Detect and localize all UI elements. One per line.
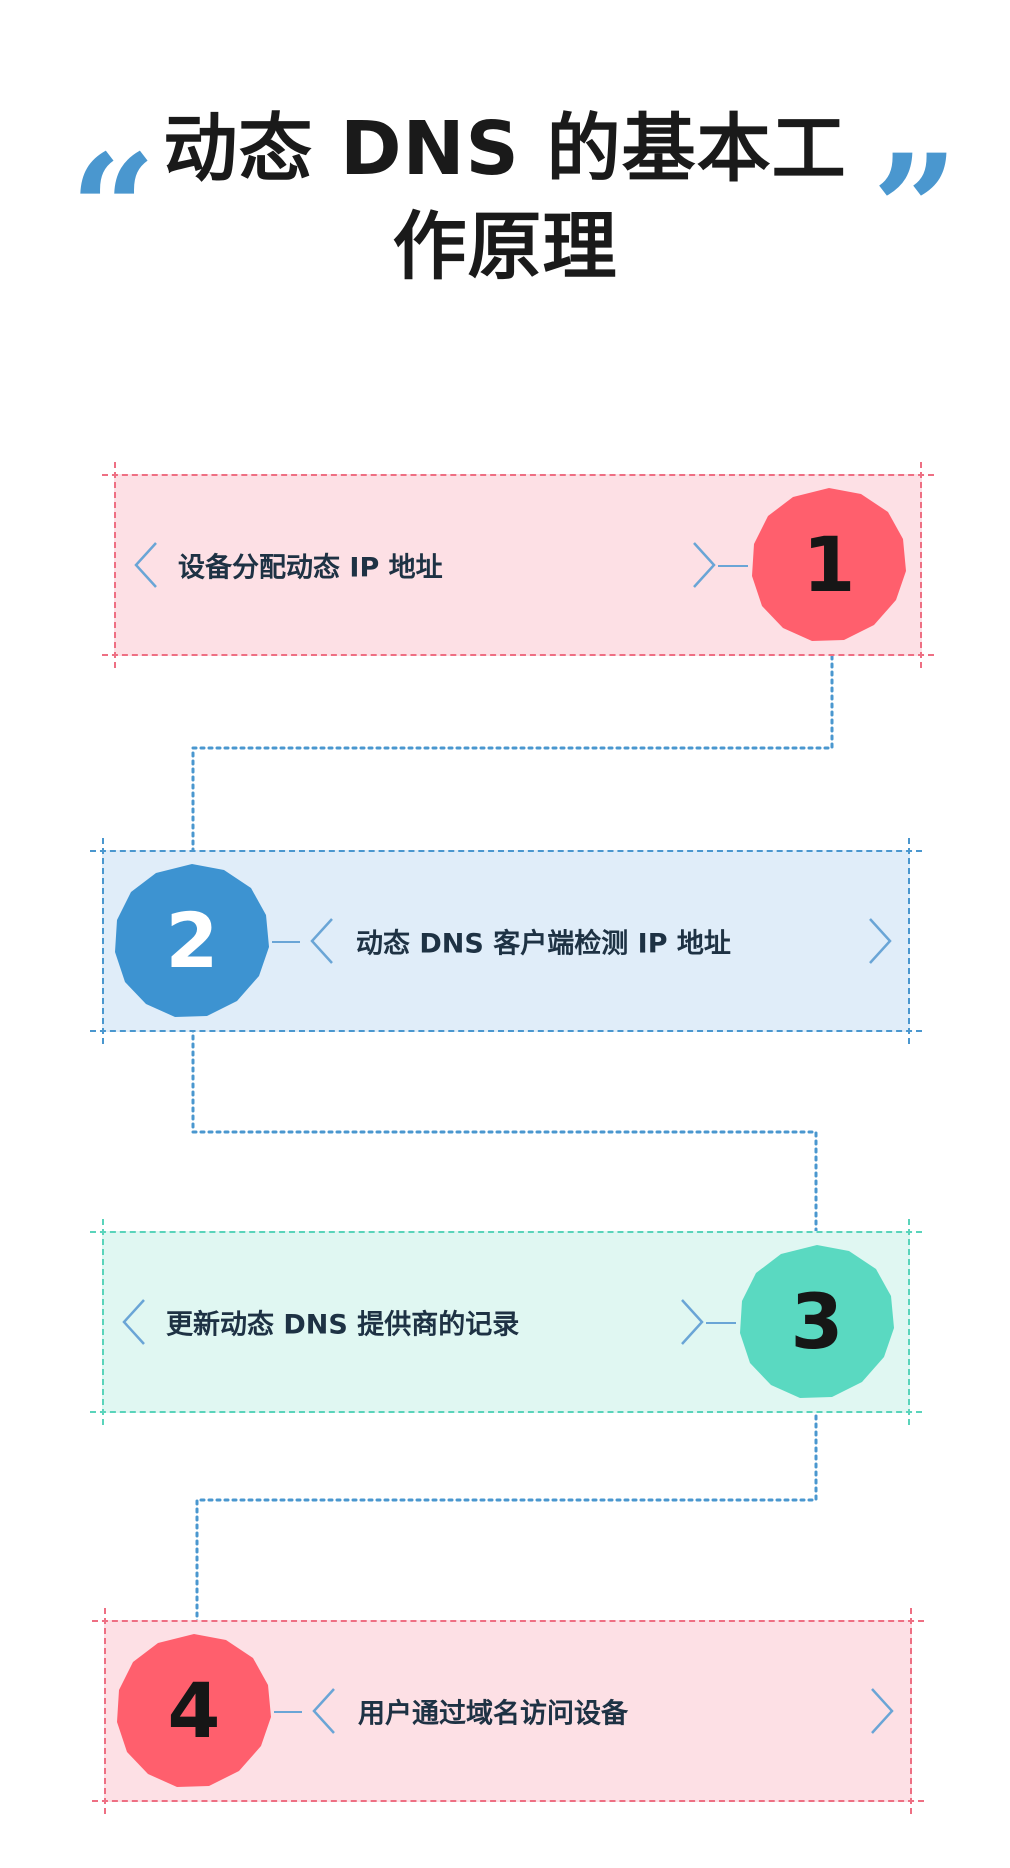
chevron-left-icon: [134, 541, 158, 589]
badge-connector-tick: [706, 1322, 736, 1324]
badge-connector-tick: [718, 565, 748, 567]
step-2-number: 2: [165, 896, 219, 985]
step-3-badge: 3: [738, 1243, 896, 1401]
step-2-label: 动态 DNS 客户端检测 IP 地址: [356, 928, 731, 960]
step-4-label: 用户通过域名访问设备: [358, 1698, 628, 1730]
guide-line: [90, 850, 922, 852]
guide-line: [92, 1800, 924, 1802]
step-1: 设备分配动态 IP 地址 1: [102, 462, 934, 668]
chevron-right-icon: [692, 541, 716, 589]
chevron-left-icon: [310, 917, 334, 965]
page-title: 动态 DNS 的基本工作原理: [163, 106, 847, 290]
step-2: 2 动态 DNS 客户端检测 IP 地址: [90, 838, 922, 1044]
guide-line: [102, 838, 104, 1044]
guide-line: [114, 462, 116, 668]
close-quote-mark: ”: [872, 122, 959, 298]
step-4: 4 用户通过域名访问设备: [92, 1608, 924, 1814]
guide-line: [90, 1231, 922, 1233]
connector-1-2: [191, 638, 834, 872]
badge-connector-tick: [272, 941, 300, 943]
guide-line: [102, 474, 934, 476]
chevron-right-icon: [680, 1298, 704, 1346]
step-4-number: 4: [167, 1666, 221, 1755]
guide-line: [908, 838, 910, 1044]
chevron-right-icon: [870, 1687, 894, 1735]
guide-line: [910, 1608, 912, 1814]
guide-line: [104, 1608, 106, 1814]
connector-3-4: [195, 1398, 818, 1632]
step-2-badge: 2: [113, 862, 271, 1020]
step-1-number: 1: [802, 520, 856, 609]
step-4-badge: 4: [115, 1632, 273, 1790]
step-3-number: 3: [790, 1277, 844, 1366]
title-block: 动态 DNS 的基本工作原理: [140, 100, 870, 296]
chevron-left-icon: [312, 1687, 336, 1735]
badge-connector-tick: [274, 1711, 302, 1713]
step-1-badge: 1: [750, 486, 908, 644]
guide-line: [102, 654, 934, 656]
step-3-label: 更新动态 DNS 提供商的记录: [166, 1309, 520, 1341]
guide-line: [908, 1219, 910, 1425]
guide-line: [90, 1030, 922, 1032]
guide-line: [920, 462, 922, 668]
chevron-right-icon: [868, 917, 892, 965]
guide-line: [92, 1620, 924, 1622]
step-3: 更新动态 DNS 提供商的记录 3: [90, 1219, 922, 1425]
chevron-left-icon: [122, 1298, 146, 1346]
step-1-label: 设备分配动态 IP 地址: [178, 552, 443, 584]
connector-2-3: [191, 1018, 818, 1247]
guide-line: [102, 1219, 104, 1425]
guide-line: [90, 1411, 922, 1413]
